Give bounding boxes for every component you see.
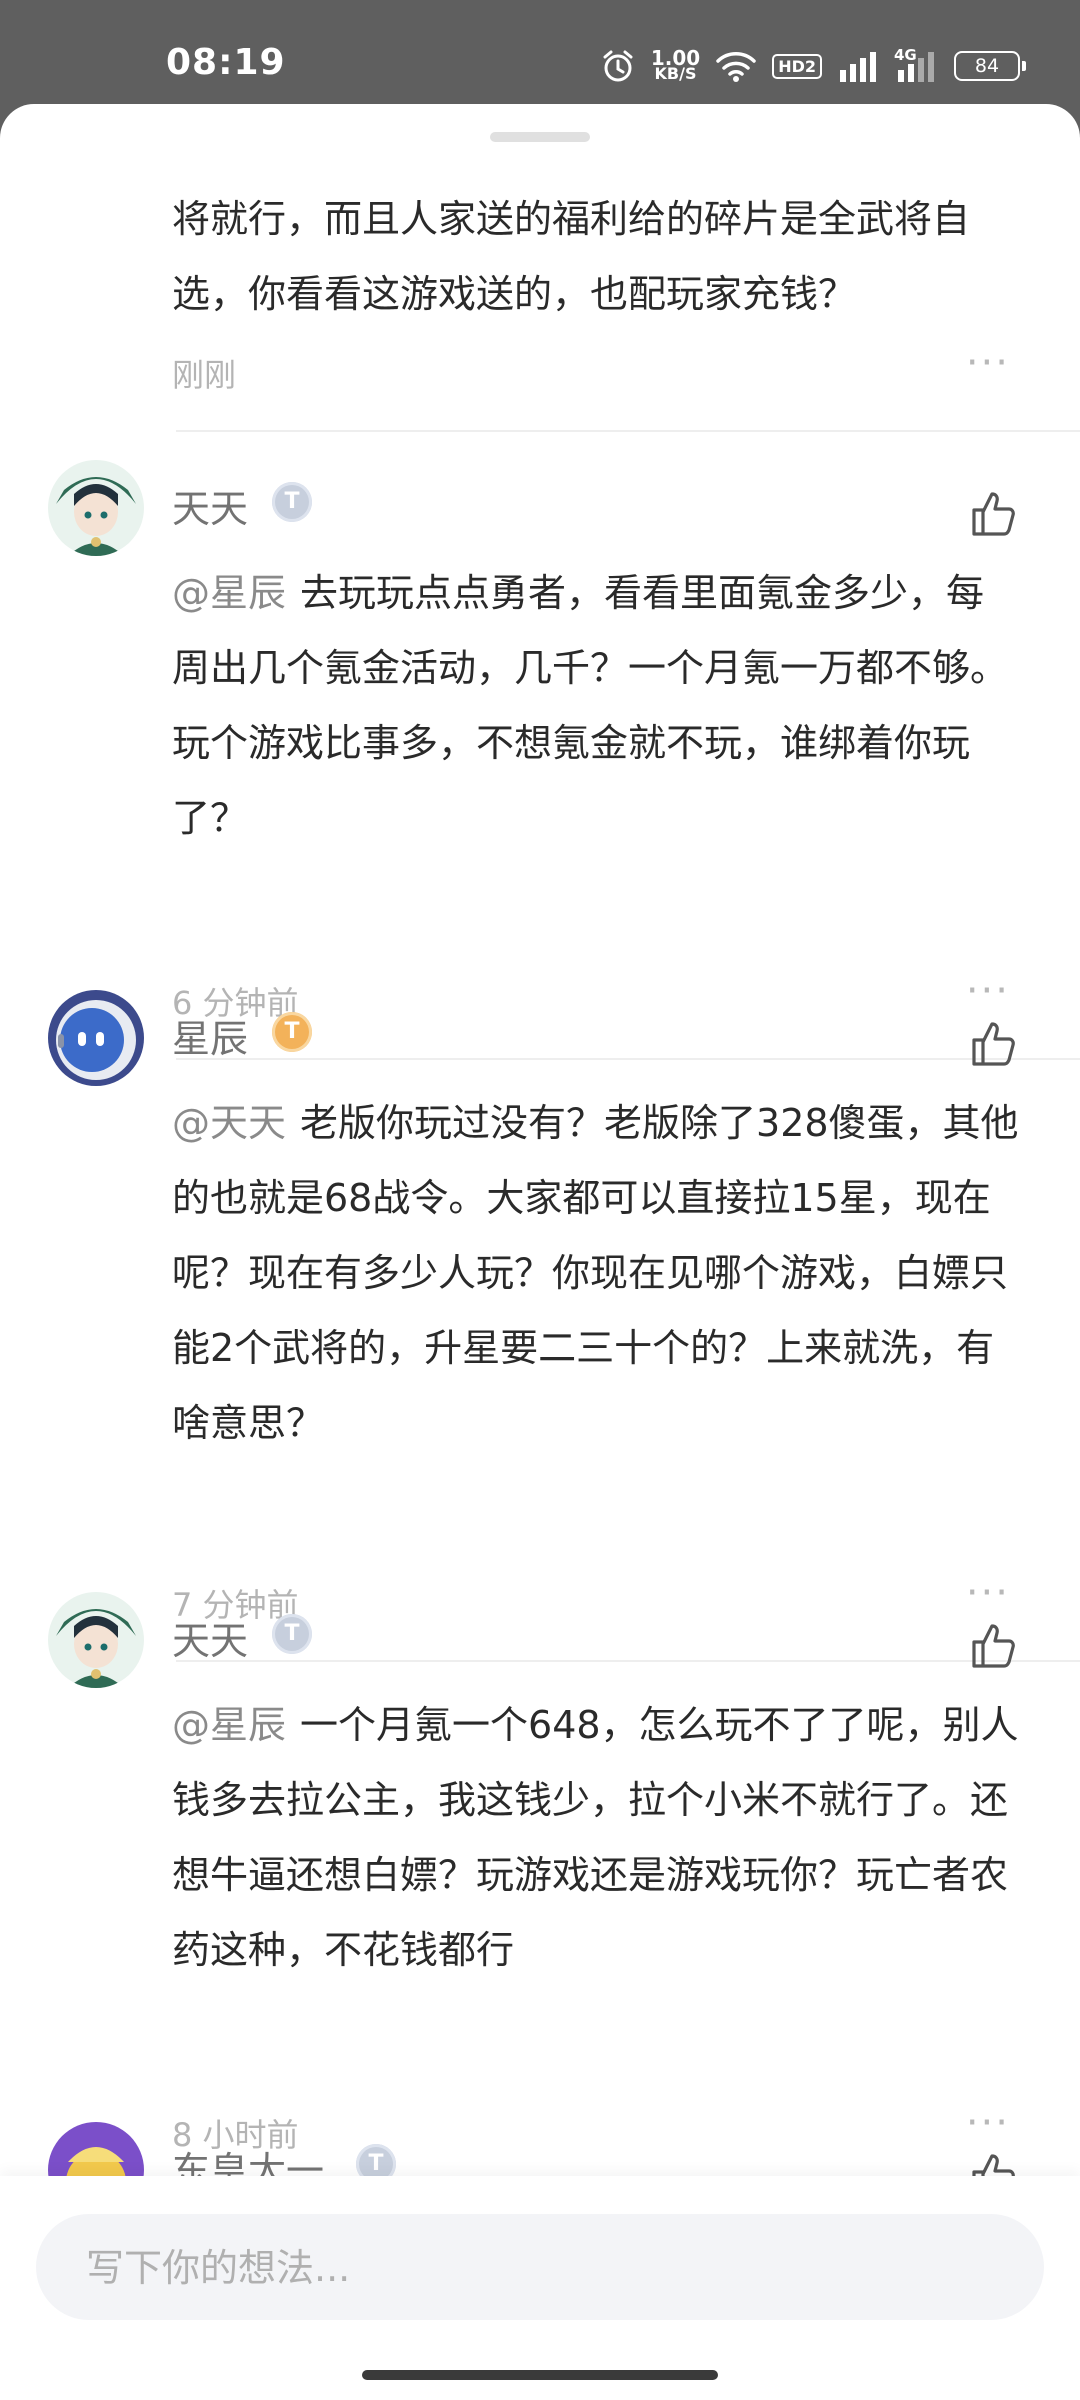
comments-sheet: 将就行，而且人家送的福利给的碎片是全武将自选，你看看这游戏送的，也配玩家充钱？ …	[0, 104, 1080, 2400]
comment-input[interactable]	[84, 2214, 988, 2322]
comment-username[interactable]: 天天	[172, 478, 248, 533]
comment-text: @星辰 去玩玩点点勇者，看看里面氪金多少，每周出几个氪金活动，几千？一个月氪一万都…	[172, 556, 1022, 856]
level-badge: T	[272, 482, 312, 522]
battery-indicator: 84	[954, 51, 1026, 81]
more-options-button[interactable]: ···	[966, 1570, 1010, 1616]
home-indicator[interactable]	[362, 2370, 718, 2380]
mention-link[interactable]: @星辰	[172, 571, 286, 615]
divider	[176, 430, 1080, 432]
status-icons: 1.00 KB/S HD2 4G 84	[601, 46, 1026, 86]
net-speed-unit: KB/S	[654, 64, 697, 83]
status-bar: 08:19 1.00 KB/S HD2 4G 84	[0, 0, 1080, 110]
like-icon[interactable]	[968, 488, 1020, 540]
level-badge: T	[272, 1614, 312, 1654]
hd-badge: HD2	[772, 53, 822, 79]
like-icon[interactable]	[968, 1620, 1020, 1672]
avatar[interactable]	[48, 1592, 144, 1688]
comment-username[interactable]: 天天	[172, 1610, 248, 1665]
mention-link[interactable]: @天天	[172, 1101, 286, 1145]
divider	[176, 1660, 1080, 1662]
more-options-button[interactable]: ···	[966, 968, 1010, 1014]
comment-body: 一个月氪一个648，怎么玩不了了呢，别人钱多去拉公主，我这钱少，拉个小米不就行了…	[172, 1703, 1019, 1972]
avatar[interactable]	[48, 460, 144, 556]
divider	[176, 1058, 1080, 1060]
comment-input-container[interactable]	[36, 2214, 1044, 2322]
like-icon[interactable]	[968, 1018, 1020, 1070]
comment-text: @天天 老版你玩过没有？老版除了328傻蛋，其他的也就是68战令。大家都可以直接拉…	[172, 1086, 1022, 1461]
signal-4g-icon: 4G	[894, 46, 938, 82]
comment-input-bar	[0, 2176, 1080, 2400]
wifi-icon	[716, 52, 756, 82]
comment-body: 老版你玩过没有？老版除了328傻蛋，其他的也就是68战令。大家都可以直接拉15星…	[172, 1101, 1019, 1445]
comment-body: 去玩玩点点勇者，看看里面氪金多少，每周出几个氪金活动，几千？一个月氪一万都不够。…	[172, 571, 1009, 840]
avatar[interactable]	[48, 990, 144, 1086]
continued-comment-text: 将就行，而且人家送的福利给的碎片是全武将自选，你看看这游戏送的，也配玩家充钱？	[172, 197, 971, 316]
more-options-button[interactable]: ···	[966, 2100, 1010, 2146]
comment-username[interactable]: 星辰	[172, 1008, 248, 1063]
signal-icon	[840, 52, 876, 82]
net-speed: 1.00 KB/S	[651, 48, 700, 83]
alarm-icon	[603, 50, 633, 82]
status-time: 08:19	[166, 42, 286, 83]
comment-text: @星辰 一个月氪一个648，怎么玩不了了呢，别人钱多去拉公主，我这钱少，拉个小米不…	[172, 1688, 1022, 1988]
mention-link[interactable]: @星辰	[172, 1703, 286, 1747]
continued-comment-time: 刚刚	[172, 356, 237, 394]
sheet-drag-handle[interactable]	[490, 132, 590, 142]
level-badge: T	[272, 1012, 312, 1052]
more-options-button[interactable]: ···	[966, 340, 1010, 386]
